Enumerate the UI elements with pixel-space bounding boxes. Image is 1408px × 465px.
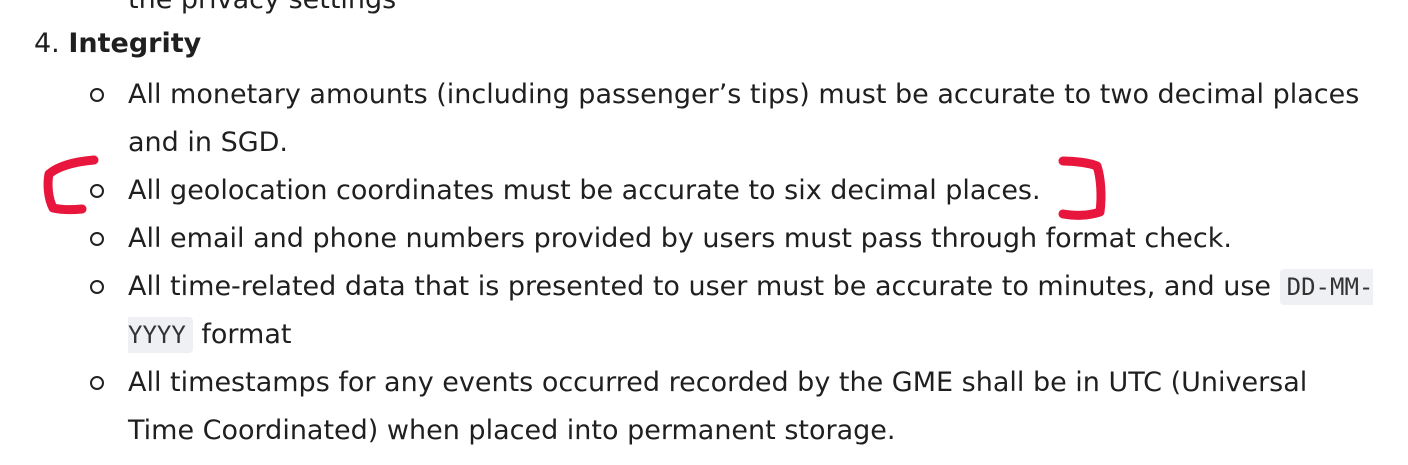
hollow-bullet-icon	[90, 232, 104, 246]
hollow-bullet-icon	[90, 280, 104, 294]
document-page: the privacy settings 4. Integrity All mo…	[0, 0, 1408, 465]
previous-list-line: the privacy settings	[128, 0, 396, 14]
list-item-text: All monetary amounts (including passenge…	[128, 79, 1360, 158]
list-item-text-after: format	[192, 319, 292, 350]
hollow-bullet-icon	[90, 376, 104, 390]
hollow-bullet-icon	[90, 88, 104, 102]
list-item: All email and phone numbers provided by …	[90, 215, 1380, 263]
hollow-bullet-icon	[90, 184, 104, 198]
list-item-text-before: All time-related data that is presented …	[128, 271, 1280, 302]
section-title: Integrity	[68, 28, 202, 59]
list-item: All timestamps for any events occurred r…	[90, 359, 1380, 455]
list-item-text: All timestamps for any events occurred r…	[128, 367, 1308, 446]
list-item-integrity: 4. Integrity	[34, 26, 201, 62]
list-item-text: All geolocation coordinates must be accu…	[128, 175, 1041, 206]
list-item-text: All email and phone numbers provided by …	[128, 223, 1232, 254]
list-item: All time-related data that is presented …	[90, 263, 1380, 359]
list-number: 4.	[34, 28, 60, 59]
list-item: All monetary amounts (including passenge…	[90, 71, 1380, 167]
left-bracket-mark	[43, 155, 99, 215]
list-item: All geolocation coordinates must be accu…	[90, 167, 1380, 215]
integrity-sub-list: All monetary amounts (including passenge…	[90, 71, 1380, 455]
